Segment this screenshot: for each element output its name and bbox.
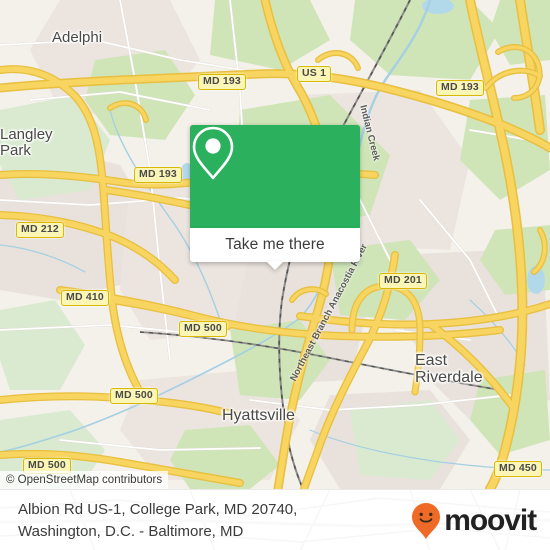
road-shield: MD 500 [179, 321, 227, 338]
osm-attribution[interactable]: © OpenStreetMap contributors [0, 471, 169, 489]
road-shield: MD 500 [110, 388, 158, 405]
road-shield: MD 450 [494, 461, 542, 478]
moovit-wordmark: moovit [444, 503, 537, 537]
road-shield: MD 410 [61, 290, 109, 307]
location-address: Albion Rd US-1, College Park, MD 20740, W… [18, 499, 297, 542]
take-me-there-label: Take me there [225, 236, 325, 253]
moovit-logo[interactable]: moovit [411, 502, 537, 540]
address-line-1: Albion Rd US-1, College Park, MD 20740, [18, 501, 298, 519]
road-shield: MD 201 [379, 273, 427, 290]
take-me-there-button[interactable]: Take me there [190, 228, 360, 270]
road-shield: MD 212 [16, 222, 64, 239]
map-canvas[interactable]: .lu-green{fill:#cfe5b8} .lu-green2{fill:… [0, 0, 550, 489]
footer-bar: Albion Rd US-1, College Park, MD 20740, W… [0, 489, 550, 550]
osm-attribution-text: © OpenStreetMap contributors [6, 474, 163, 486]
address-line-2: Washington, D.C. - Baltimore, MD [18, 522, 244, 540]
map-pin-icon [192, 126, 234, 180]
road-shield: MD 193 [134, 167, 182, 184]
road-shield: MD 193 [198, 74, 246, 91]
popup-header [190, 125, 360, 228]
road-shield: MD 193 [436, 80, 484, 97]
location-popup[interactable]: Take me there [190, 125, 360, 270]
moovit-location-card: .lu-green{fill:#cfe5b8} .lu-green2{fill:… [0, 0, 550, 550]
moovit-pin-icon [412, 502, 441, 539]
popup-pointer [266, 261, 284, 270]
road-shield: US 1 [297, 66, 332, 83]
